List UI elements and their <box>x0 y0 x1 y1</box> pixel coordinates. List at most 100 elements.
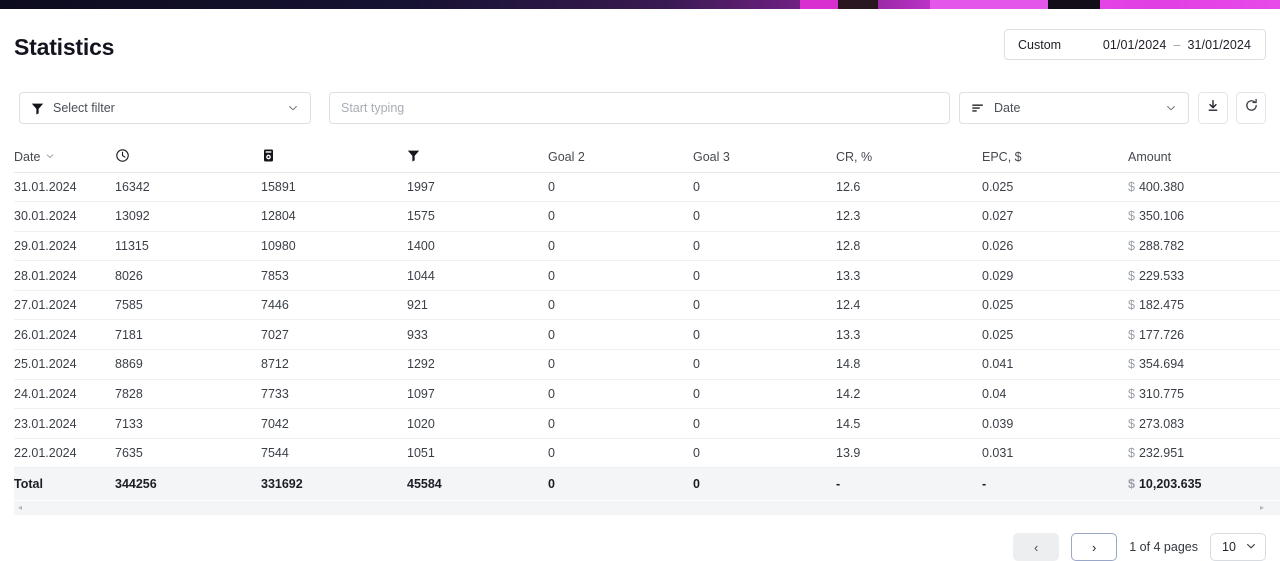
date-range-picker[interactable]: Custom 01/01/2024 – 31/01/2024 <box>1004 29 1266 60</box>
export-button[interactable] <box>1198 92 1228 124</box>
search-field-wrapper[interactable]: Start typing <box>329 92 950 124</box>
cell-goal3: 0 <box>693 231 836 262</box>
cell-unique: 8712 <box>261 349 407 380</box>
currency-symbol: $ <box>1128 268 1135 283</box>
chevron-down-icon <box>1245 540 1257 555</box>
page-size-value: 10 <box>1222 540 1236 554</box>
sort-select[interactable]: Date <box>959 92 1189 124</box>
cell-epc: 0.025 <box>982 290 1128 321</box>
cell-amount: $177.726 <box>1128 319 1280 351</box>
cell-goal3: 0 <box>693 349 836 380</box>
cell-clicks: 11315 <box>115 231 261 262</box>
cell-cr: 14.5 <box>836 408 982 439</box>
clock-icon <box>115 148 130 166</box>
total-label: Total <box>14 467 115 500</box>
currency-symbol: $ <box>1128 298 1135 313</box>
column-header-epc[interactable]: EPC, $ <box>982 142 1128 173</box>
chevron-down-icon <box>1165 102 1177 114</box>
chevron-down-icon <box>287 102 299 114</box>
column-header-unique[interactable] <box>261 142 407 173</box>
page-root: Statistics Custom 01/01/2024 – 31/01/202… <box>0 9 1280 561</box>
scroll-left-arrow-icon[interactable]: ◂ <box>18 504 22 512</box>
table-row[interactable]: 28.01.2024 8026 7853 1044 0 0 13.3 0.029… <box>14 260 1280 291</box>
table-row[interactable]: 23.01.2024 7133 7042 1020 0 0 14.5 0.039… <box>14 408 1280 439</box>
cell-unique: 7853 <box>261 260 407 291</box>
table-horizontal-scrollbar[interactable]: ◂ ▸ <box>14 501 1280 515</box>
table-row[interactable]: 30.01.2024 13092 12804 1575 0 0 12.3 0.0… <box>14 201 1280 232</box>
column-header-amount[interactable]: Amount <box>1128 142 1280 173</box>
cell-unique: 12804 <box>261 201 407 232</box>
cell-clicks: 7181 <box>115 319 261 351</box>
cell-amount: $182.475 <box>1128 290 1280 321</box>
table-row[interactable]: 24.01.2024 7828 7733 1097 0 0 14.2 0.04 … <box>14 379 1280 410</box>
column-header-cr[interactable]: CR, % <box>836 142 982 173</box>
cell-clicks: 7828 <box>115 379 261 410</box>
total-goal1: 45584 <box>407 467 548 500</box>
date-range-preset-label: Custom <box>1018 37 1062 52</box>
table-row[interactable]: 26.01.2024 7181 7027 933 0 0 13.3 0.025 … <box>14 319 1280 351</box>
cell-goal2: 0 <box>548 290 693 321</box>
pagination: ‹ › 1 of 4 pages 10 <box>1013 533 1266 561</box>
page-indicator-label: 1 of 4 pages <box>1129 540 1198 554</box>
table-row[interactable]: 29.01.2024 11315 10980 1400 0 0 12.8 0.0… <box>14 231 1280 262</box>
cell-epc: 0.025 <box>982 172 1128 203</box>
cell-unique: 7544 <box>261 438 407 469</box>
cell-amount: $354.694 <box>1128 349 1280 380</box>
page-size-select[interactable]: 10 <box>1210 533 1266 561</box>
cell-goal3: 0 <box>693 172 836 203</box>
amount-value: 273.083 <box>1138 416 1185 431</box>
cell-goal2: 0 <box>548 349 693 380</box>
cell-goal2: 0 <box>548 408 693 439</box>
cell-unique: 7733 <box>261 379 407 410</box>
cell-goal1: 1051 <box>407 438 548 469</box>
cell-amount: $400.380 <box>1128 172 1280 203</box>
sort-select-label: Date <box>994 101 1021 115</box>
funnel-icon <box>31 102 44 115</box>
cell-goal2: 0 <box>548 379 693 410</box>
filter-select-label: Select filter <box>53 101 115 115</box>
cell-goal2: 0 <box>548 260 693 291</box>
column-header-date[interactable]: Date <box>14 142 115 173</box>
column-header-goal2[interactable]: Goal 2 <box>548 142 693 173</box>
total-goal3: 0 <box>693 467 836 500</box>
cell-goal1: 1044 <box>407 260 548 291</box>
amount-value: 350.106 <box>1138 209 1185 224</box>
filter-select[interactable]: Select filter <box>19 92 311 124</box>
cell-amount: $232.951 <box>1128 438 1280 469</box>
cell-goal1: 1575 <box>407 201 548 232</box>
cell-epc: 0.041 <box>982 349 1128 380</box>
amount-value: 288.782 <box>1138 238 1185 253</box>
cell-goal1: 1292 <box>407 349 548 380</box>
table-row[interactable]: 22.01.2024 7635 7544 1051 0 0 13.9 0.031… <box>14 438 1280 469</box>
cell-date: 27.01.2024 <box>14 290 115 321</box>
amount-value: 400.380 <box>1138 179 1185 194</box>
date-range-end: 31/01/2024 <box>1187 37 1251 52</box>
table-row[interactable]: 27.01.2024 7585 7446 921 0 0 12.4 0.025 … <box>14 290 1280 321</box>
funnel-icon <box>407 150 420 165</box>
table-row[interactable]: 25.01.2024 8869 8712 1292 0 0 14.8 0.041… <box>14 349 1280 380</box>
statistics-table-wrapper: Date Goal 2 Goal 3 CR, % EPC, $ Amount 3… <box>0 142 1280 500</box>
cell-goal3: 0 <box>693 290 836 321</box>
scroll-right-arrow-icon[interactable]: ▸ <box>1260 504 1264 512</box>
cell-unique: 7042 <box>261 408 407 439</box>
cell-clicks: 7585 <box>115 290 261 321</box>
total-amount: $10,203.635 <box>1128 467 1280 500</box>
cell-date: 24.01.2024 <box>14 379 115 410</box>
search-input[interactable]: Start typing <box>341 101 404 115</box>
cell-cr: 14.2 <box>836 379 982 410</box>
next-page-button[interactable]: › <box>1071 533 1118 561</box>
cell-amount: $229.533 <box>1128 260 1280 291</box>
column-header-clicks[interactable] <box>115 142 261 173</box>
cell-clicks: 8026 <box>115 260 261 291</box>
cell-goal2: 0 <box>548 201 693 232</box>
column-header-goal1[interactable] <box>407 142 548 173</box>
table-row[interactable]: 31.01.2024 16342 15891 1997 0 0 12.6 0.0… <box>14 172 1280 203</box>
cell-goal3: 0 <box>693 260 836 291</box>
previous-page-button[interactable]: ‹ <box>1013 533 1060 561</box>
amount-value: 182.475 <box>1138 298 1185 313</box>
refresh-button[interactable] <box>1236 92 1266 124</box>
total-clicks: 344256 <box>115 467 261 500</box>
cell-goal1: 921 <box>407 290 548 321</box>
column-header-goal3[interactable]: Goal 3 <box>693 142 836 173</box>
cell-goal2: 0 <box>548 231 693 262</box>
